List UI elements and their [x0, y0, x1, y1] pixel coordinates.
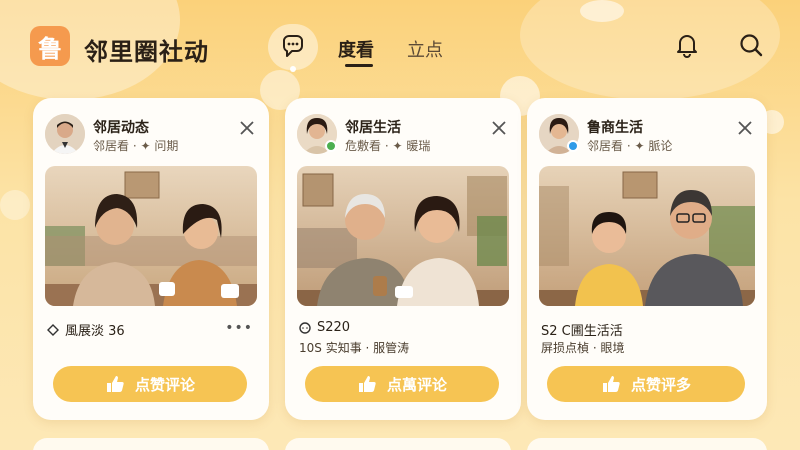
avatar[interactable] [45, 114, 85, 154]
post-card[interactable]: 鲁商生活 邻居看 · ✦ 脈论 S2 C圃生活活 屏损点楨 · 眼境 点赞评多 [527, 98, 767, 420]
post-meta: 10S 实知事 · 服管涛 [299, 341, 410, 355]
next-post-card-peek[interactable] [527, 438, 767, 450]
button-label: 点赞评多 [630, 375, 691, 394]
button-label: 点赞评论 [134, 375, 195, 394]
more-options-icon[interactable]: ••• [225, 320, 253, 336]
active-tab-underline [345, 64, 373, 67]
card-title: 邻居生活 [345, 120, 401, 136]
post-photo[interactable] [539, 166, 755, 306]
bell-icon [677, 35, 697, 58]
post-photo[interactable] [45, 166, 257, 306]
chat-bubble-icon [299, 321, 311, 334]
like-comment-button[interactable]: 点赞评多 [547, 366, 745, 402]
button-label: 点萬评论 [386, 375, 447, 394]
like-comment-button[interactable]: 点赞评论 [53, 366, 247, 402]
app-title: 邻里圈社动 [84, 38, 209, 66]
next-post-card-peek[interactable] [285, 438, 511, 450]
notification-button[interactable] [672, 30, 702, 60]
close-icon[interactable] [491, 120, 507, 136]
post-card[interactable]: 邻居生活 危敷看 · ✦ 暖瑞 S220 10S 实知事 · 服管涛 点萬评论 [285, 98, 521, 420]
chat-button[interactable] [268, 24, 318, 70]
stats-text: S220 [317, 320, 351, 335]
stats-text: 風展淡 36 [65, 324, 125, 339]
post-photo[interactable] [297, 166, 509, 306]
close-icon[interactable] [239, 120, 255, 136]
post-meta: 屏损点楨 · 眼境 [541, 341, 625, 355]
card-subtitle: 邻居看 · ✦ 问期 [93, 139, 179, 153]
card-title: 邻居动态 [93, 120, 149, 136]
thumbs-up-icon [106, 376, 124, 392]
stats-text: S2 C圃生活活 [541, 324, 623, 339]
post-stats: S220 [299, 320, 350, 335]
post-card[interactable]: 邻居动态 邻居看 · ✦ 问期 風展淡 36 ••• 点赞评论 [33, 98, 269, 420]
tab-browse[interactable]: 度看 [338, 36, 374, 62]
card-subtitle: 邻居看 · ✦ 脈论 [587, 139, 673, 153]
chat-indicator-dot [290, 66, 296, 72]
search-button[interactable] [736, 30, 766, 60]
diamond-icon [47, 323, 59, 336]
status-badge [325, 140, 337, 152]
close-icon[interactable] [737, 120, 753, 136]
search-icon [740, 34, 763, 57]
post-stats: S2 C圃生活活 [541, 320, 623, 339]
thumbs-up-icon [602, 376, 620, 392]
card-title: 鲁商生活 [587, 120, 643, 136]
post-stats: 風展淡 36 [47, 320, 125, 339]
chat-bubble-icon [283, 35, 303, 57]
card-subtitle: 危敷看 · ✦ 暖瑞 [345, 139, 431, 153]
app-header: 鲁 邻里圈社动 度看 立点 [0, 0, 800, 92]
app-logo[interactable]: 鲁 [30, 26, 70, 66]
status-badge [567, 140, 579, 152]
thumbs-up-icon [358, 376, 376, 392]
next-post-card-peek[interactable] [33, 438, 269, 450]
like-comment-button[interactable]: 点萬评论 [305, 366, 499, 402]
tab-nearby[interactable]: 立点 [407, 36, 443, 62]
